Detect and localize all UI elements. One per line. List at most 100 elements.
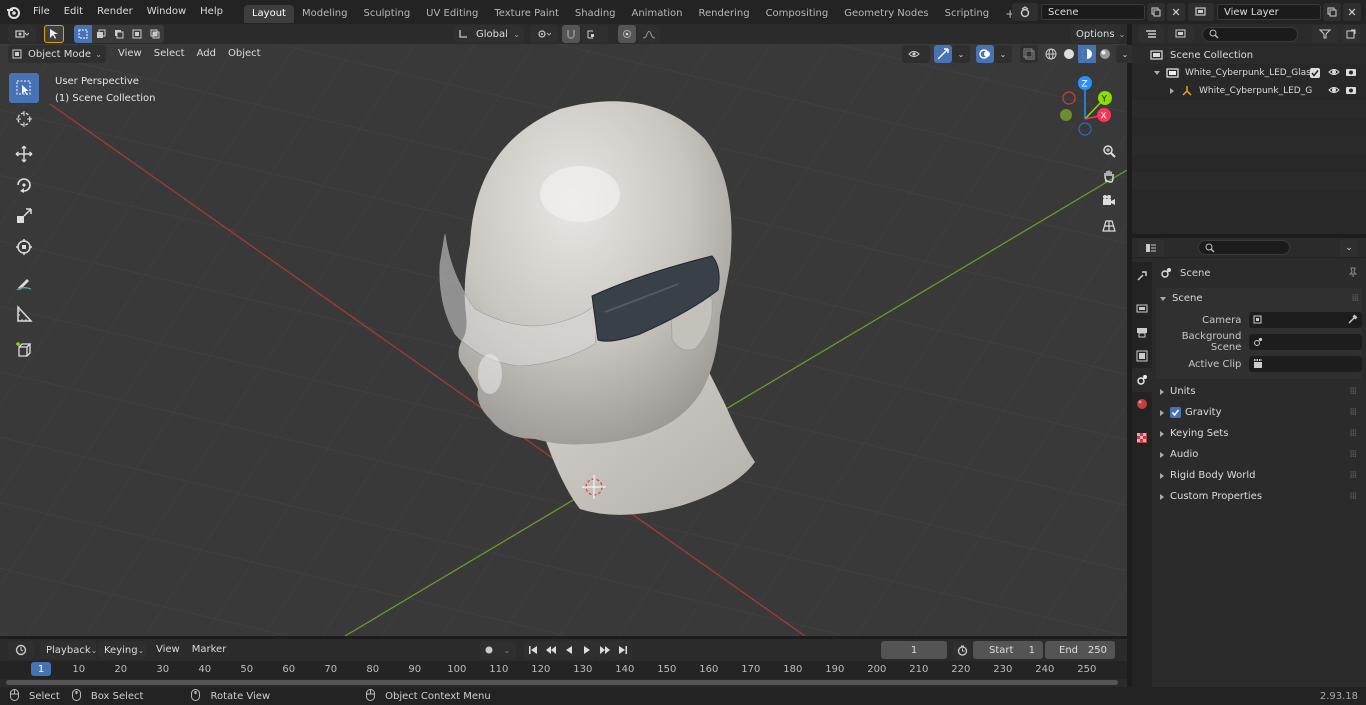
cursor-tool-icon[interactable]	[9, 104, 39, 134]
tab-output-icon[interactable]	[1132, 320, 1152, 344]
jump-end-icon[interactable]	[614, 641, 632, 659]
eye-icon[interactable]	[1328, 85, 1340, 98]
timeline-menu-view[interactable]: View	[150, 640, 186, 660]
new-view-layer-icon[interactable]	[1323, 3, 1341, 21]
properties-options-icon[interactable]: ⌄	[1340, 238, 1358, 257]
gizmo-dropdown-icon[interactable]: ⌄	[952, 45, 970, 63]
subpanel-units[interactable]: Units ⁞⁞⁞	[1156, 381, 1362, 402]
3d-viewport[interactable]: Z Y X User Perspective (1) Scene Collect…	[0, 44, 1127, 636]
xray-toggle-icon[interactable]	[1020, 45, 1038, 63]
zoom-icon[interactable]	[1098, 140, 1120, 162]
timeline-editor-type-icon[interactable]	[8, 641, 34, 659]
eye-icon[interactable]	[1328, 67, 1340, 80]
subpanel-keying-sets[interactable]: Keying Sets ⁞⁞⁞	[1156, 423, 1362, 444]
pivot-point-icon[interactable]	[530, 25, 558, 43]
tab-scene-icon[interactable]	[1132, 368, 1152, 392]
object-mode-dropdown[interactable]: Object Mode ⌄	[8, 45, 106, 63]
remove-view-layer-icon[interactable]: ✕	[1343, 3, 1361, 21]
remove-scene-icon[interactable]: ✕	[1167, 3, 1185, 21]
outliner-search-input[interactable]	[1202, 26, 1298, 42]
expand-arrow-icon[interactable]	[1154, 71, 1160, 75]
transform-orientation-dropdown[interactable]: Global ⌄	[454, 25, 524, 43]
background-scene-field[interactable]	[1249, 334, 1362, 350]
jump-start-icon[interactable]	[524, 641, 542, 659]
tab-uv-editing[interactable]: UV Editing	[418, 5, 486, 23]
jump-prev-keyframe-icon[interactable]	[542, 641, 560, 659]
timeline-menu-marker[interactable]: Marker	[186, 640, 233, 660]
display-mode-icon[interactable]	[1168, 25, 1194, 43]
camera-render-icon[interactable]	[1345, 85, 1357, 98]
menu-render[interactable]: Render	[90, 0, 140, 24]
select-box-tool-icon[interactable]	[9, 73, 39, 103]
overlays-toggle-icon[interactable]	[976, 45, 994, 63]
select-intersect-icon[interactable]	[146, 25, 164, 43]
new-scene-icon[interactable]	[1147, 3, 1165, 21]
properties-search-input[interactable]	[1198, 240, 1290, 255]
timeline-scrollbar[interactable]	[6, 680, 1118, 685]
outliner-row-collection[interactable]: White_Cyberpunk_LED_Glass	[1132, 64, 1366, 82]
scene-panel-header[interactable]: Scene ⁞⁞⁞	[1156, 288, 1362, 309]
subpanel-gravity[interactable]: Gravity ⁞⁞⁞	[1156, 402, 1362, 423]
blender-logo-icon[interactable]	[0, 0, 26, 24]
camera-render-icon[interactable]	[1345, 67, 1357, 80]
tab-animation[interactable]: Animation	[624, 5, 691, 23]
new-collection-icon[interactable]	[1342, 25, 1360, 43]
end-frame-field[interactable]: End 250	[1045, 641, 1115, 659]
proportional-falloff-icon[interactable]	[638, 25, 660, 43]
shading-rendered-icon[interactable]	[1096, 45, 1114, 63]
tab-compositing[interactable]: Compositing	[758, 5, 837, 23]
select-subtract-icon[interactable]	[110, 25, 128, 43]
subpanel-rigid-body-world[interactable]: Rigid Body World ⁞⁞⁞	[1156, 465, 1362, 486]
use-preview-range-icon[interactable]	[953, 641, 971, 659]
menu-window[interactable]: Window	[140, 0, 193, 24]
viewport-menu-view[interactable]: View	[112, 44, 148, 64]
tab-modeling[interactable]: Modeling	[294, 5, 356, 23]
tab-render-icon[interactable]	[1132, 296, 1152, 320]
active-clip-field[interactable]	[1249, 356, 1362, 372]
current-frame-field[interactable]: 1	[881, 641, 947, 659]
record-keyframe-icon[interactable]	[480, 641, 498, 659]
tab-geometry-nodes[interactable]: Geometry Nodes	[836, 5, 936, 23]
shading-solid-icon[interactable]	[1060, 45, 1078, 63]
tab-shading[interactable]: Shading	[567, 5, 624, 23]
filter-icon[interactable]	[1312, 25, 1338, 43]
eyedropper-icon[interactable]	[1348, 314, 1358, 327]
viewport-menu-select[interactable]: Select	[148, 44, 191, 64]
tab-tool-icon[interactable]	[1132, 264, 1152, 288]
tab-world-icon[interactable]	[1132, 392, 1152, 416]
add-cube-tool-icon[interactable]	[9, 335, 39, 365]
tab-scripting[interactable]: Scripting	[937, 5, 997, 23]
select-invert-icon[interactable]	[128, 25, 146, 43]
rotate-tool-icon[interactable]	[9, 170, 39, 200]
expand-arrow-icon[interactable]	[1170, 88, 1174, 94]
auto-keying-dropdown-icon[interactable]: ⌄	[498, 641, 516, 659]
outliner-editor-type-icon[interactable]	[1138, 25, 1164, 43]
timeline-ruler[interactable]: 1 10 20 30 40 50 60 70 80 90 100 110 120 130 140 150 160…	[0, 661, 1127, 679]
select-extend-icon[interactable]	[92, 25, 110, 43]
menu-file[interactable]: File	[26, 0, 57, 24]
scene-selector-icon[interactable]	[1012, 3, 1038, 21]
subpanel-audio[interactable]: Audio ⁞⁞⁞	[1156, 444, 1362, 465]
start-frame-field[interactable]: Start 1	[973, 641, 1043, 659]
annotate-tool-icon[interactable]	[9, 268, 39, 298]
gizmo-toggle-icon[interactable]	[934, 45, 952, 63]
view-layer-selector-icon[interactable]	[1188, 3, 1214, 21]
play-icon[interactable]	[578, 641, 596, 659]
playback-menu[interactable]: Playback ⌄	[40, 641, 97, 659]
pan-hand-icon[interactable]	[1098, 165, 1120, 187]
overlays-dropdown-icon[interactable]: ⌄	[994, 45, 1012, 63]
tab-texture-paint[interactable]: Texture Paint	[486, 5, 567, 23]
proportional-editing-icon[interactable]	[618, 25, 636, 43]
snap-toggle-icon[interactable]	[562, 25, 580, 43]
pin-icon[interactable]	[1348, 267, 1358, 280]
select-new-icon[interactable]	[74, 25, 92, 43]
measure-tool-icon[interactable]	[9, 299, 39, 329]
editor-type-icon[interactable]	[8, 25, 36, 43]
tab-view-layer-icon[interactable]	[1132, 344, 1152, 368]
shading-wireframe-icon[interactable]	[1042, 45, 1060, 63]
menu-edit[interactable]: Edit	[57, 0, 90, 24]
camera-field[interactable]	[1249, 312, 1362, 328]
visibility-selectability-icon[interactable]	[902, 45, 930, 63]
jump-next-keyframe-icon[interactable]	[596, 641, 614, 659]
menu-help[interactable]: Help	[193, 0, 230, 24]
